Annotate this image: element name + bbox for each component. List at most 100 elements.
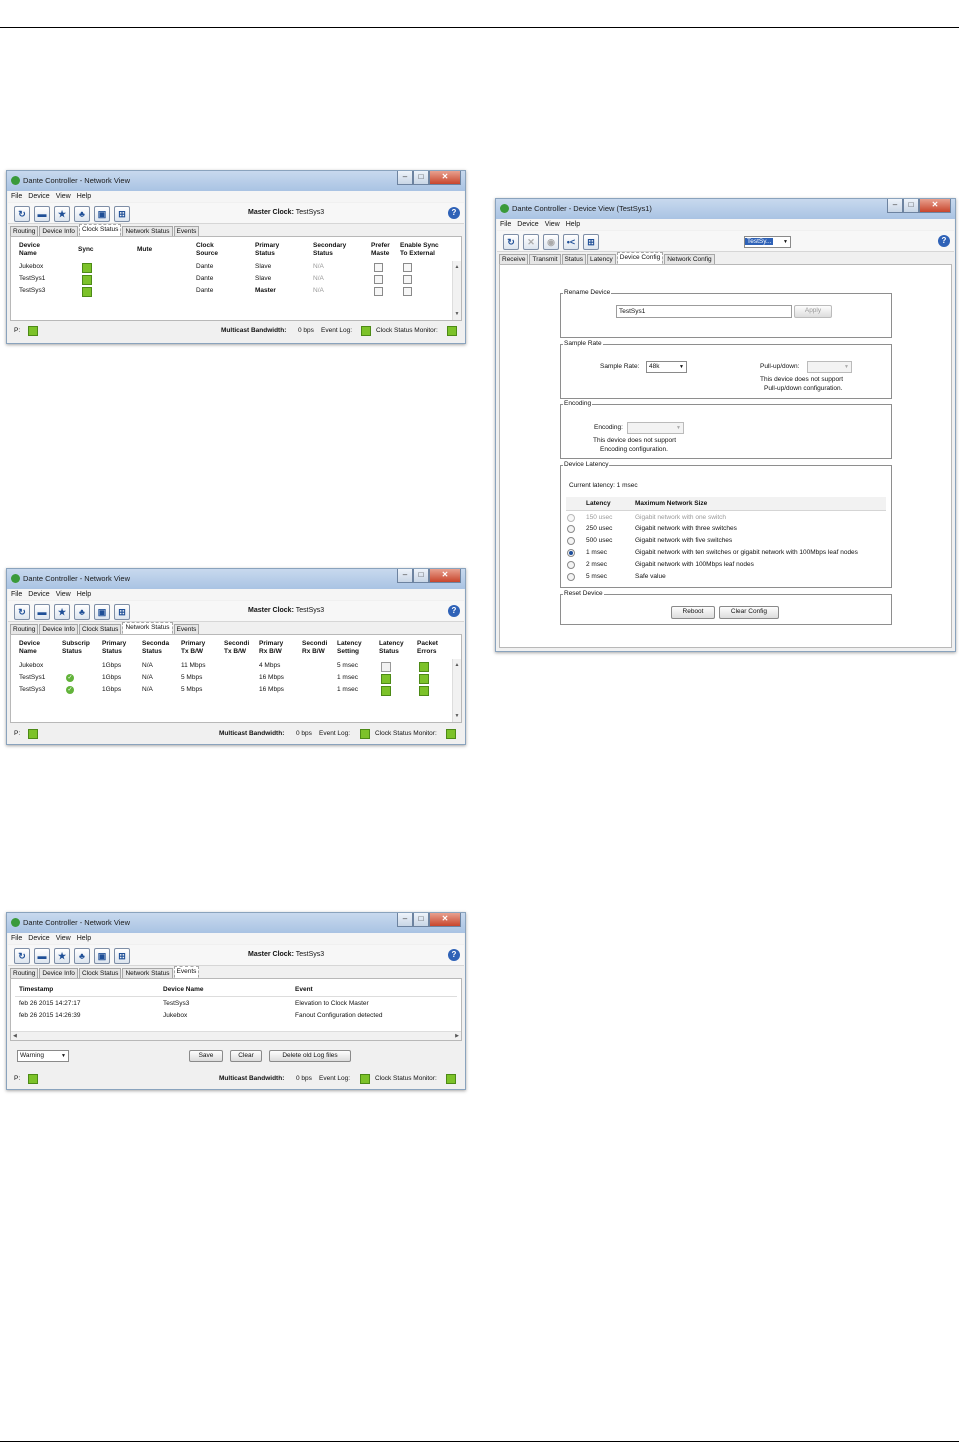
event-filter-select[interactable]: Warning ▼	[17, 1050, 69, 1062]
col-secondary-tx[interactable]: Secondi Tx B/W	[224, 640, 249, 656]
menu-file[interactable]: File	[11, 933, 22, 944]
refresh-icon[interactable]: ↻	[503, 234, 519, 250]
table-row-name[interactable]: TestSys1	[19, 674, 45, 681]
latency-radio-2ms[interactable]	[567, 561, 575, 569]
folder-icon[interactable]: ▬	[34, 948, 50, 964]
menu-view[interactable]: View	[56, 933, 71, 944]
event-log-indicator[interactable]	[361, 326, 371, 336]
close-icon[interactable]: ✕	[429, 913, 461, 927]
clear-config-button[interactable]: Clear Config	[719, 606, 779, 619]
folder-icon[interactable]: ▬	[34, 604, 50, 620]
maximize-icon[interactable]: □	[413, 913, 429, 927]
table-row-name[interactable]: TestSys1	[19, 275, 45, 282]
menu-help[interactable]: Help	[77, 589, 91, 600]
star-icon[interactable]: ★	[54, 948, 70, 964]
menu-help[interactable]: Help	[566, 219, 580, 230]
latency-radio-250[interactable]	[567, 525, 575, 533]
vertical-scrollbar[interactable]: ▲ ▼	[452, 261, 461, 320]
eye-icon[interactable]: ◉	[543, 234, 559, 250]
star-icon[interactable]: ★	[54, 604, 70, 620]
clock-monitor-indicator[interactable]	[447, 326, 457, 336]
network-tree-icon[interactable]: ♣	[74, 948, 90, 964]
preferred-master-checkbox[interactable]	[374, 287, 383, 296]
minimize-icon[interactable]: –	[887, 199, 903, 213]
reboot-button[interactable]: Reboot	[671, 606, 715, 619]
col-enable-sync[interactable]: Enable Sync To External	[400, 242, 439, 258]
col-sync[interactable]: Sync	[78, 246, 94, 254]
title-bar[interactable]: Dante Controller - Network View – □ ✕	[7, 569, 465, 589]
folder-icon[interactable]: ▬	[34, 206, 50, 222]
col-primary-tx[interactable]: Primary Tx B/W	[181, 640, 205, 656]
col-device-name[interactable]: Device Name	[163, 986, 203, 994]
col-primary-status[interactable]: Primary Status	[102, 640, 126, 656]
save-button[interactable]: Save	[189, 1050, 223, 1062]
refresh-icon[interactable]: ↻	[14, 604, 30, 620]
add-window-icon[interactable]: ⊞	[114, 206, 130, 222]
vertical-scrollbar[interactable]: ▲ ▼	[452, 659, 461, 722]
add-window-icon[interactable]: ⊞	[114, 948, 130, 964]
col-secondary-rx[interactable]: Secondi Rx B/W	[302, 640, 327, 656]
preferred-master-checkbox[interactable]	[374, 275, 383, 284]
add-window-icon[interactable]: ⊞	[583, 234, 599, 250]
maximize-icon[interactable]: □	[903, 199, 919, 213]
close-icon[interactable]: ✕	[429, 171, 461, 185]
latency-radio-1ms[interactable]	[567, 549, 575, 557]
enable-sync-checkbox[interactable]	[403, 287, 412, 296]
menu-file[interactable]: File	[11, 589, 22, 600]
clock-monitor-indicator[interactable]	[446, 729, 456, 739]
title-bar[interactable]: Dante Controller - Network View – □ ✕	[7, 171, 465, 191]
minimize-icon[interactable]: –	[397, 569, 413, 583]
menu-view[interactable]: View	[56, 589, 71, 600]
device-view-icon[interactable]: ▣	[94, 948, 110, 964]
col-timestamp[interactable]: Timestamp	[19, 986, 53, 994]
menu-device[interactable]: Device	[28, 933, 49, 944]
menu-device[interactable]: Device	[28, 589, 49, 600]
table-row-name[interactable]: Jukebox	[19, 263, 43, 270]
maximize-icon[interactable]: □	[413, 171, 429, 185]
help-icon[interactable]: ?	[938, 235, 950, 247]
col-secondary-status[interactable]: Secondary Status	[313, 242, 346, 258]
preferred-master-checkbox[interactable]	[374, 263, 383, 272]
latency-radio-500[interactable]	[567, 537, 575, 545]
device-view-icon[interactable]: ▣	[94, 206, 110, 222]
sample-rate-select[interactable]: 48k ▼	[646, 361, 687, 373]
event-timestamp[interactable]: feb 26 2015 14:26:39	[19, 1012, 80, 1019]
device-view-icon[interactable]: ▣	[94, 604, 110, 620]
col-clock-source[interactable]: Clock Source	[196, 242, 218, 258]
menu-device[interactable]: Device	[517, 219, 538, 230]
latency-radio-5ms[interactable]	[567, 573, 575, 581]
network-tree-icon[interactable]: ♣	[74, 206, 90, 222]
add-window-icon[interactable]: ⊞	[114, 604, 130, 620]
title-bar[interactable]: Dante Controller - Network View – □ ✕	[7, 913, 465, 933]
menu-help[interactable]: Help	[77, 933, 91, 944]
event-log-indicator[interactable]	[360, 1074, 370, 1084]
clear-button[interactable]: Clear	[230, 1050, 262, 1062]
minimize-icon[interactable]: –	[397, 913, 413, 927]
col-primary-rx[interactable]: Primary Rx B/W	[259, 640, 283, 656]
help-icon[interactable]: ?	[448, 949, 460, 961]
pull-up-down-select[interactable]: ▼	[807, 361, 852, 373]
menu-help[interactable]: Help	[77, 191, 91, 202]
col-preferred-master[interactable]: Prefer Maste	[371, 242, 390, 258]
help-icon[interactable]: ?	[448, 605, 460, 617]
tools-icon[interactable]: ✕	[523, 234, 539, 250]
menu-view[interactable]: View	[545, 219, 560, 230]
col-latency-status[interactable]: Latency Status	[379, 640, 404, 656]
event-timestamp[interactable]: feb 26 2015 14:27:17	[19, 1000, 80, 1007]
event-log-indicator[interactable]	[360, 729, 370, 739]
table-row-name[interactable]: Jukebox	[19, 662, 43, 669]
encoding-select[interactable]: ▼	[627, 422, 684, 434]
latency-radio-150[interactable]	[567, 514, 575, 522]
col-packet-errors[interactable]: Packet Errors	[417, 640, 438, 656]
enable-sync-checkbox[interactable]	[403, 263, 412, 272]
maximize-icon[interactable]: □	[413, 569, 429, 583]
col-mute[interactable]: Mute	[137, 246, 152, 254]
col-device-name[interactable]: Device Name	[19, 242, 40, 258]
apply-button[interactable]: Apply	[794, 305, 832, 318]
col-primary-status[interactable]: Primary Status	[255, 242, 279, 258]
star-icon[interactable]: ★	[54, 206, 70, 222]
enable-sync-checkbox[interactable]	[403, 275, 412, 284]
network-tree-icon[interactable]: ♣	[74, 604, 90, 620]
col-subscription-status[interactable]: Subscrip Status	[62, 640, 90, 656]
help-icon[interactable]: ?	[448, 207, 460, 219]
